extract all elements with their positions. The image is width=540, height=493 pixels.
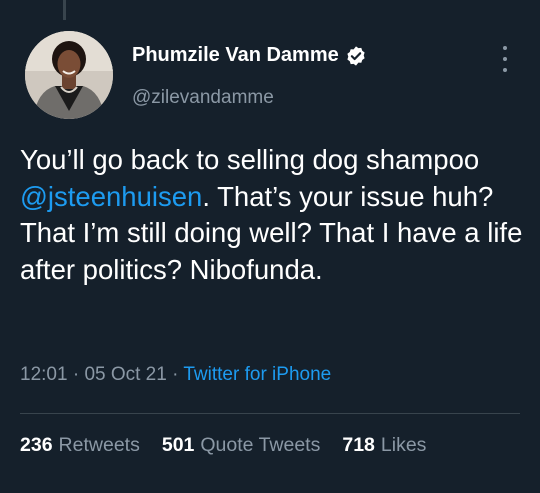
likes-label: Likes [380, 434, 427, 456]
author-display-name[interactable]: Phumzile Van Damme [132, 44, 339, 67]
author-name-row[interactable]: Phumzile Van Damme [132, 44, 367, 67]
more-dot [503, 57, 507, 61]
engagement-stats: 236 Retweets 501 Quote Tweets 718 Likes [20, 434, 426, 457]
verified-badge-icon [347, 45, 365, 66]
tweet-meta: 12:01 · 05 Oct 21 · Twitter for iPhone [20, 364, 331, 386]
tweet-text: You’ll go back to selling dog shampoo @j… [20, 142, 525, 288]
more-options-icon[interactable] [494, 46, 516, 72]
tweet-time[interactable]: 12:01 [20, 364, 68, 385]
thread-connector-line [63, 0, 66, 20]
profile-photo-icon [25, 31, 113, 119]
quote-tweets-label: Quote Tweets [200, 434, 321, 456]
retweets-stat[interactable]: 236 Retweets [20, 434, 140, 457]
more-dot [503, 46, 507, 50]
quote-tweets-count: 501 [161, 434, 195, 456]
retweets-label: Retweets [58, 434, 140, 456]
mention-link[interactable]: @jsteenhuisen [20, 181, 202, 212]
divider [20, 413, 520, 414]
meta-separator: · [72, 364, 80, 385]
tweet-date[interactable]: 05 Oct 21 [84, 364, 166, 385]
quote-tweets-stat[interactable]: 501 Quote Tweets [162, 434, 321, 457]
likes-count: 718 [342, 434, 375, 456]
more-dot [503, 68, 507, 72]
meta-separator: · [172, 364, 179, 385]
tweet-source-link[interactable]: Twitter for iPhone [183, 364, 331, 385]
tweet-text-before: You’ll go back to selling dog shampoo [20, 144, 480, 175]
retweets-count: 236 [20, 434, 53, 456]
author-handle[interactable]: @zilevandamme [132, 87, 274, 109]
avatar[interactable] [25, 31, 113, 119]
likes-stat[interactable]: 718 Likes [342, 434, 426, 457]
